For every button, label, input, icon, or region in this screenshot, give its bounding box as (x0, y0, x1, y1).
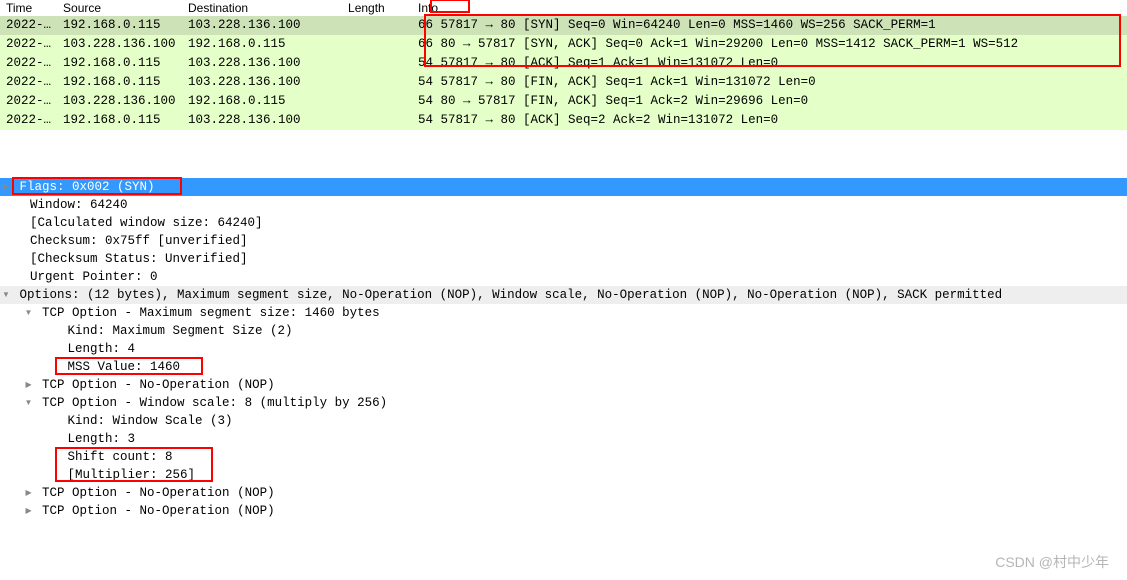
ws-option-text: TCP Option - Window scale: 8 (multiply b… (42, 396, 387, 410)
cell-time: 2022-… (0, 92, 57, 111)
calc-window-text: [Calculated window size: 64240] (30, 216, 263, 230)
nop1-line[interactable]: TCP Option - No-Operation (NOP) (0, 376, 1127, 394)
checksum-line[interactable]: Checksum: 0x75ff [unverified] (0, 232, 1127, 250)
checksum-text: Checksum: 0x75ff [unverified] (30, 234, 248, 248)
options-header-text: Options: (12 bytes), Maximum segment siz… (20, 288, 1003, 302)
urgent-pointer-text: Urgent Pointer: 0 (30, 270, 158, 284)
ws-shift-line[interactable]: Shift count: 8 (0, 448, 1127, 466)
cell-time: 2022-… (0, 16, 57, 35)
window-line[interactable]: Window: 64240 (0, 196, 1127, 214)
cell-info: 54 80 → 57817 [FIN, ACK] Seq=1 Ack=2 Win… (412, 92, 1127, 111)
cell-destination: 103.228.136.100 (182, 54, 342, 73)
ws-length-text: Length: 3 (68, 432, 136, 446)
ws-shift-text: Shift count: 8 (68, 450, 173, 464)
cell-info: 54 57817 → 80 [ACK] Seq=1 Ack=1 Win=1310… (412, 54, 1127, 73)
cell-source: 192.168.0.115 (57, 73, 182, 92)
cell-length (342, 54, 412, 73)
ws-kind-line[interactable]: Kind: Window Scale (3) (0, 412, 1127, 430)
table-row[interactable]: 2022-…103.228.136.100192.168.0.115 66 80 … (0, 35, 1127, 54)
mss-value-text: MSS Value: 1460 (68, 360, 181, 374)
col-time-header[interactable]: Time (0, 0, 57, 16)
cell-destination: 103.228.136.100 (182, 73, 342, 92)
urgent-pointer-line[interactable]: Urgent Pointer: 0 (0, 268, 1127, 286)
ws-multiplier-line[interactable]: [Multiplier: 256] (0, 466, 1127, 484)
cell-destination: 103.228.136.100 (182, 111, 342, 130)
cell-source: 103.228.136.100 (57, 92, 182, 111)
col-length-header[interactable]: Length (342, 0, 412, 16)
mss-option-line[interactable]: TCP Option - Maximum segment size: 1460 … (0, 304, 1127, 322)
calc-window-line[interactable]: [Calculated window size: 64240] (0, 214, 1127, 232)
cell-length (342, 35, 412, 54)
cell-destination: 192.168.0.115 (182, 92, 342, 111)
cell-info: 66 80 → 57817 [SYN, ACK] Seq=0 Ack=1 Win… (412, 35, 1127, 54)
table-row[interactable]: 2022-…192.168.0.115103.228.136.100 54 578… (0, 111, 1127, 130)
packet-detail-tree[interactable]: Flags: 0x002 (SYN) Window: 64240 [Calcul… (0, 178, 1127, 520)
cell-length (342, 111, 412, 130)
ws-option-line[interactable]: TCP Option - Window scale: 8 (multiply b… (0, 394, 1127, 412)
cell-source: 103.228.136.100 (57, 35, 182, 54)
ws-kind-text: Kind: Window Scale (3) (68, 414, 233, 428)
col-source-header[interactable]: Source (57, 0, 182, 16)
cell-source: 192.168.0.115 (57, 111, 182, 130)
flags-line[interactable]: Flags: 0x002 (SYN) (0, 178, 1127, 196)
cell-time: 2022-… (0, 111, 57, 130)
checksum-status-text: [Checksum Status: Unverified] (30, 252, 248, 266)
table-row[interactable]: 2022-…103.228.136.100192.168.0.115 54 80 … (0, 92, 1127, 111)
cell-info: 66 57817 → 80 [SYN] Seq=0 Win=64240 Len=… (412, 16, 1127, 35)
cell-length (342, 92, 412, 111)
cell-info: 54 57817 → 80 [ACK] Seq=2 Ack=2 Win=1310… (412, 111, 1127, 130)
nop1-text: TCP Option - No-Operation (NOP) (42, 378, 275, 392)
watermark: CSDN @村中少年 (995, 552, 1109, 572)
mss-length-line[interactable]: Length: 4 (0, 340, 1127, 358)
nop2-text: TCP Option - No-Operation (NOP) (42, 486, 275, 500)
packet-list-header: Time Source Destination Length Info (0, 0, 1127, 16)
checksum-status-line[interactable]: [Checksum Status: Unverified] (0, 250, 1127, 268)
flags-text: Flags: 0x002 (SYN) (20, 180, 155, 194)
mss-value-line[interactable]: MSS Value: 1460 (0, 358, 1127, 376)
cell-length (342, 16, 412, 35)
nop2-line[interactable]: TCP Option - No-Operation (NOP) (0, 484, 1127, 502)
cell-source: 192.168.0.115 (57, 16, 182, 35)
window-text: Window: 64240 (30, 198, 128, 212)
cell-destination: 192.168.0.115 (182, 35, 342, 54)
cell-destination: 103.228.136.100 (182, 16, 342, 35)
table-row[interactable]: 2022-…192.168.0.115103.228.136.100 66 578… (0, 16, 1127, 35)
mss-kind-line[interactable]: Kind: Maximum Segment Size (2) (0, 322, 1127, 340)
col-info-header[interactable]: Info (412, 0, 1127, 16)
cell-time: 2022-… (0, 54, 57, 73)
packet-list-table[interactable]: Time Source Destination Length Info 2022… (0, 0, 1127, 130)
table-row[interactable]: 2022-…192.168.0.115103.228.136.100 54 578… (0, 54, 1127, 73)
cell-info: 54 57817 → 80 [FIN, ACK] Seq=1 Ack=1 Win… (412, 73, 1127, 92)
nop3-line[interactable]: TCP Option - No-Operation (NOP) (0, 502, 1127, 520)
cell-source: 192.168.0.115 (57, 54, 182, 73)
cell-time: 2022-… (0, 35, 57, 54)
options-header-line[interactable]: Options: (12 bytes), Maximum segment siz… (0, 286, 1127, 304)
cell-time: 2022-… (0, 73, 57, 92)
ws-multiplier-text: [Multiplier: 256] (68, 468, 196, 482)
mss-length-text: Length: 4 (68, 342, 136, 356)
table-row[interactable]: 2022-…192.168.0.115103.228.136.100 54 578… (0, 73, 1127, 92)
cell-length (342, 73, 412, 92)
nop3-text: TCP Option - No-Operation (NOP) (42, 504, 275, 518)
mss-option-text: TCP Option - Maximum segment size: 1460 … (42, 306, 380, 320)
col-destination-header[interactable]: Destination (182, 0, 342, 16)
mss-kind-text: Kind: Maximum Segment Size (2) (68, 324, 293, 338)
ws-length-line[interactable]: Length: 3 (0, 430, 1127, 448)
